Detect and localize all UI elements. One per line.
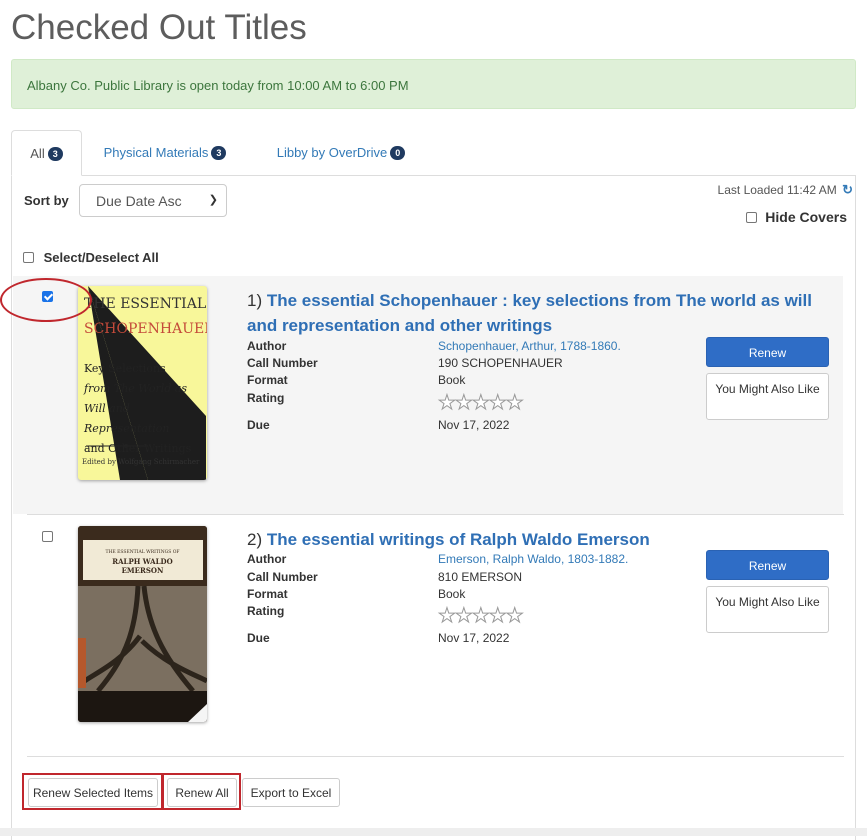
due-value: Nov 17, 2022 (438, 631, 510, 645)
renew-all-button[interactable]: Renew All (167, 778, 237, 807)
renew-button[interactable]: Renew (706, 337, 829, 367)
book-cover[interactable]: THE ESSENTIAL WRITINGS OF RALPH WALDO EM… (78, 526, 207, 722)
tab-libby-label: Libby by OverDrive (276, 145, 388, 160)
item-title: The essential writings of Ralph Waldo Em… (266, 530, 650, 549)
item-checkbox[interactable] (42, 291, 53, 302)
call-number-value: 810 EMERSON (438, 570, 523, 584)
book-cover[interactable]: THE ESSENTIAL SCHOPENHAUER Key Selection… (78, 286, 207, 480)
cover-sub-4: and Other Writings (84, 442, 192, 455)
item-title: The essential Schopenhauer : key selecti… (247, 291, 812, 335)
select-all-checkbox[interactable] (23, 252, 34, 263)
cover-line-1: THE ESSENTIAL (84, 296, 207, 312)
last-loaded-text: Last Loaded 11:42 AM (717, 183, 837, 197)
author-label: Author (247, 339, 287, 353)
cover-editor: Edited by Wolfgang Schirmacher (82, 458, 200, 466)
format-label: Format (247, 373, 288, 387)
call-number-value: 190 SCHOPENHAUER (438, 356, 563, 370)
rating-label: Rating (247, 604, 285, 618)
due-label: Due (247, 631, 270, 645)
you-might-also-like-button[interactable]: You Might Also Like (706, 586, 829, 633)
sort-select-value: Due Date Asc (96, 193, 182, 209)
author-link[interactable]: Schopenhauer, Arthur, 1788-1860. (438, 339, 621, 353)
tab-all[interactable]: All 3 (11, 130, 82, 176)
library-hours-alert: Albany Co. Public Library is open today … (11, 59, 856, 109)
cover-sub-1: Key Selections (84, 362, 166, 375)
tab-all-count: 3 (47, 147, 63, 161)
rating-label: Rating (247, 391, 285, 405)
export-excel-button[interactable]: Export to Excel (242, 778, 340, 807)
chevron-down-icon: ❯ (208, 194, 218, 206)
author-label: Author (247, 552, 287, 566)
item-title-link[interactable]: 1) The essential Schopenhauer : key sele… (247, 288, 827, 338)
sort-select[interactable]: Due Date Asc ❯ (79, 184, 227, 217)
checkout-panel: Sort by Due Date Asc ❯ Last Loaded 11:42… (11, 175, 856, 840)
cover-sub-3: Will and Representation (84, 402, 170, 435)
renew-selected-button[interactable]: Renew Selected Items (28, 778, 158, 807)
last-loaded: Last Loaded 11:42 AM ↻ (718, 182, 853, 198)
you-might-also-like-button[interactable]: You Might Also Like (706, 373, 829, 420)
item-checkbox[interactable] (42, 531, 53, 542)
cover-line-2: SCHOPENHAUER (84, 321, 207, 337)
format-label: Format (247, 587, 288, 601)
cover-line-3: EMERSON (121, 566, 164, 575)
select-all-toggle[interactable]: Select/Deselect All (23, 250, 159, 265)
hide-covers-toggle[interactable]: Hide Covers (746, 209, 847, 225)
list-item: THE ESSENTIAL SCHOPENHAUER Key Selection… (13, 276, 843, 514)
format-value: Book (438, 587, 466, 601)
cover-line-1: THE ESSENTIAL WRITINGS OF (105, 550, 180, 555)
tab-all-label: All (30, 146, 45, 161)
sort-label: Sort by (24, 193, 69, 208)
author-link[interactable]: Emerson, Ralph Waldo, 1803-1882. (438, 552, 628, 566)
call-number-label: Call Number (247, 356, 318, 370)
checkout-tabs: All 3 Physical Materials 3 Libby by OverDr… (11, 130, 856, 176)
format-value: Book (438, 373, 466, 387)
item-number: 1) (247, 291, 263, 310)
page-bottom-strip (0, 828, 867, 836)
item-title-link[interactable]: 2) The essential writings of Ralph Waldo… (247, 527, 827, 552)
page-title: Checked Out Titles (11, 8, 307, 47)
select-all-label: Select/Deselect All (43, 250, 159, 265)
renew-button[interactable]: Renew (706, 550, 829, 580)
tab-physical-count: 3 (211, 146, 227, 160)
tab-libby[interactable]: Libby by OverDrive 0 (261, 130, 421, 176)
cover-line-2: RALPH WALDO (112, 557, 173, 566)
tab-physical-materials[interactable]: Physical Materials 3 (90, 130, 240, 176)
hide-covers-label: Hide Covers (765, 209, 847, 225)
due-value: Nov 17, 2022 (438, 418, 510, 432)
rating-stars-icon[interactable]: ★★★★★ (438, 606, 525, 627)
tab-physical-label: Physical Materials (103, 145, 209, 160)
due-label: Due (247, 418, 270, 432)
hide-covers-checkbox[interactable] (746, 212, 758, 223)
tab-libby-count: 0 (390, 146, 406, 160)
item-number: 2) (247, 530, 263, 549)
refresh-icon[interactable]: ↻ (842, 182, 853, 197)
call-number-label: Call Number (247, 570, 318, 584)
rating-stars-icon[interactable]: ★★★★★ (438, 393, 525, 414)
item-divider (27, 756, 844, 757)
cover-sub-2: from The World as (84, 382, 188, 395)
list-item: THE ESSENTIAL WRITINGS OF RALPH WALDO EM… (13, 515, 843, 755)
